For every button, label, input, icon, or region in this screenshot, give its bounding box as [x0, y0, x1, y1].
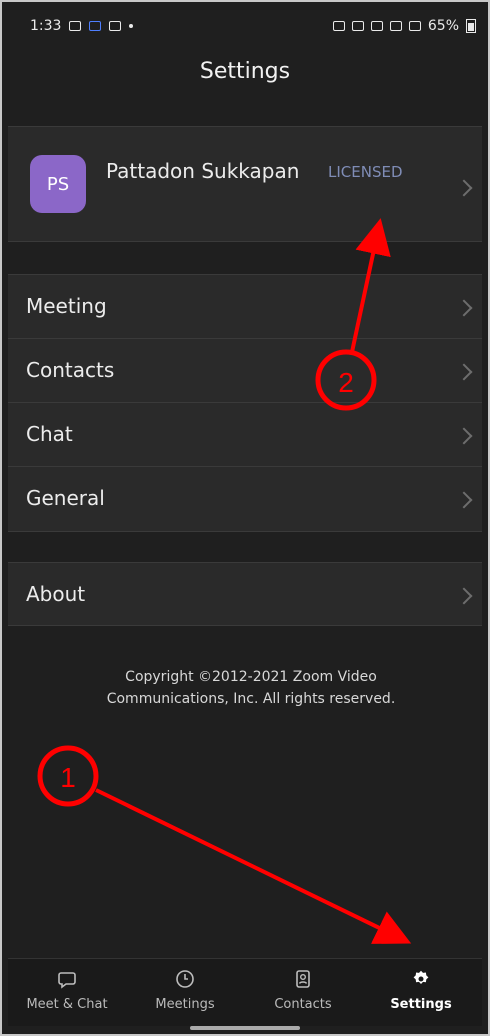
- page-title: Settings: [199, 59, 291, 84]
- app-notification-icon: [89, 21, 102, 31]
- row-label: Meeting: [26, 294, 107, 318]
- about-group: About: [8, 562, 482, 626]
- annotation-arrow-1: [95, 788, 412, 944]
- nav-label: Settings: [390, 997, 452, 1012]
- status-left: 1:33: [30, 18, 134, 34]
- settings-row-general[interactable]: General: [8, 467, 482, 531]
- row-label: Chat: [26, 422, 73, 446]
- chevron-right-icon: [455, 491, 473, 509]
- status-bar: 1:33 65%: [0, 0, 490, 48]
- avatar: PS: [30, 155, 86, 213]
- settings-header: Settings: [0, 48, 490, 124]
- signal-icon: [408, 21, 421, 31]
- chevron-right-icon: [455, 427, 473, 445]
- nav-contacts[interactable]: Contacts: [244, 959, 362, 1027]
- chevron-right-icon: [455, 587, 473, 605]
- key-icon: [332, 21, 345, 31]
- bluetooth-icon: [370, 21, 383, 31]
- chevron-right-icon: [455, 299, 473, 317]
- alarm-icon: [351, 21, 364, 31]
- contacts-icon: [296, 970, 310, 988]
- settings-row-about[interactable]: About: [8, 563, 482, 627]
- annotation-circle-1: [37, 745, 99, 807]
- battery-percentage: 65%: [427, 18, 459, 34]
- chevron-right-icon: [455, 179, 473, 197]
- nav-settings[interactable]: Settings: [362, 959, 480, 1027]
- calendar-notification-icon: [109, 21, 122, 31]
- status-time: 1:33: [30, 18, 62, 34]
- gear-icon: [413, 970, 429, 984]
- profile-name: Pattadon Sukkapan: [106, 159, 300, 183]
- row-label: General: [26, 486, 105, 510]
- clock-icon: [176, 970, 194, 988]
- copyright-text: Copyright ©2012-2021 Zoom Video Communic…: [76, 666, 426, 710]
- row-label: About: [26, 582, 86, 606]
- wifi-icon: [389, 21, 402, 31]
- nav-label: Meetings: [155, 997, 215, 1012]
- row-label: Contacts: [26, 358, 115, 382]
- battery-icon: [466, 19, 476, 33]
- nav-meetings[interactable]: Meetings: [126, 959, 244, 1027]
- home-indicator: [190, 1026, 300, 1030]
- chat-bubble-icon: [58, 972, 76, 989]
- profile-row[interactable]: PS Pattadon Sukkapan LICENSED: [8, 126, 482, 242]
- copyright-line-2: Communications, Inc. All rights reserved…: [106, 691, 396, 707]
- nav-label: Meet & Chat: [26, 997, 108, 1012]
- mail-notification-icon: [69, 21, 82, 31]
- copyright-line-1: Copyright ©2012-2021 Zoom Video: [125, 669, 377, 685]
- settings-row-meeting[interactable]: Meeting: [8, 275, 482, 339]
- settings-row-contacts[interactable]: Contacts: [8, 339, 482, 403]
- bottom-navigation: Meet & Chat Meetings Contacts Settings: [8, 958, 482, 1026]
- more-notifications-icon: [129, 24, 134, 28]
- section-gap: [8, 532, 482, 562]
- nav-label: Contacts: [274, 997, 332, 1012]
- annotation-number-1: 1: [60, 762, 76, 793]
- avatar-initials: PS: [46, 173, 70, 195]
- license-badge: LICENSED: [328, 163, 403, 181]
- settings-group: Meeting Contacts Chat General: [8, 274, 482, 532]
- section-gap: [8, 242, 482, 274]
- chevron-right-icon: [455, 363, 473, 381]
- nav-meet-chat[interactable]: Meet & Chat: [8, 959, 126, 1027]
- settings-row-chat[interactable]: Chat: [8, 403, 482, 467]
- status-right: 65%: [332, 18, 476, 34]
